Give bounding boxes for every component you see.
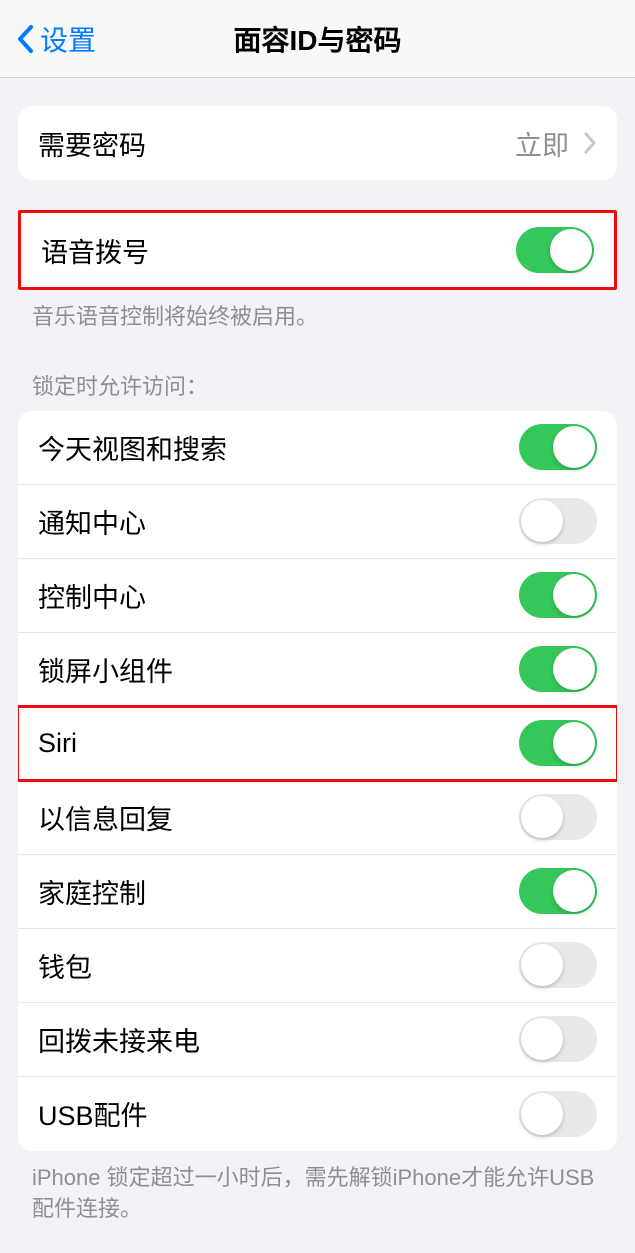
lock-access-label: 控制中心 [38, 576, 146, 615]
toggle-knob [553, 870, 595, 912]
passcode-section: 需要密码 立即 [18, 106, 617, 180]
page-title: 面容ID与密码 [233, 19, 401, 59]
nav-header: 设置 面容ID与密码 [0, 0, 635, 78]
lock-access-label: 以信息回复 [38, 798, 173, 837]
lock-access-toggle[interactable] [519, 942, 597, 988]
content-scroll[interactable]: 需要密码 立即 语音拨号 音乐语音控制将始终被启用。 锁定时允许访问： 今天视图… [0, 106, 635, 1224]
lock-access-section: 今天视图和搜索通知中心控制中心锁屏小组件 Siri 以信息回复家庭控制钱包回拨未接来… [18, 411, 617, 1151]
back-button[interactable]: 设置 [16, 19, 96, 59]
lock-access-row: USB配件 [18, 1077, 617, 1151]
toggle-knob [550, 229, 592, 271]
lock-access-toggle[interactable] [519, 498, 597, 544]
lock-access-toggle[interactable] [519, 1091, 597, 1137]
lock-access-toggle[interactable] [519, 720, 597, 766]
lock-access-label: 今天视图和搜索 [38, 428, 227, 467]
lock-access-label: 回拨未接来电 [38, 1020, 200, 1059]
lock-access-label: 家庭控制 [38, 872, 146, 911]
chevron-right-icon [583, 132, 597, 154]
lock-access-toggle[interactable] [519, 646, 597, 692]
voice-dial-footer: 音乐语音控制将始终被启用。 [0, 290, 635, 333]
lock-access-toggle[interactable] [519, 868, 597, 914]
lock-access-label: 通知中心 [38, 502, 146, 541]
lock-access-toggle[interactable] [519, 794, 597, 840]
lock-access-row: 钱包 [18, 929, 617, 1003]
lock-access-label: Siri [38, 728, 77, 759]
require-passcode-label: 需要密码 [38, 124, 146, 163]
lock-access-header: 锁定时允许访问： [0, 369, 635, 411]
lock-access-toggle[interactable] [519, 572, 597, 618]
back-label: 设置 [40, 19, 96, 59]
lock-access-label: 钱包 [38, 946, 92, 985]
toggle-knob [521, 500, 563, 542]
lock-access-row: 锁屏小组件 [18, 633, 617, 707]
toggle-knob [521, 1018, 563, 1060]
lock-access-row: 今天视图和搜索 [18, 411, 617, 485]
lock-access-toggle[interactable] [519, 424, 597, 470]
voice-dial-section: 语音拨号 [18, 210, 617, 290]
toggle-knob [553, 722, 595, 764]
toggle-knob [521, 944, 563, 986]
lock-access-row: 回拨未接来电 [18, 1003, 617, 1077]
lock-access-footer: iPhone 锁定超过一小时后，需先解锁iPhone才能允许USB 配件连接。 [0, 1151, 635, 1225]
lock-access-row: 家庭控制 [18, 855, 617, 929]
voice-dial-label: 语音拨号 [41, 231, 149, 270]
lock-access-label: 锁屏小组件 [38, 650, 173, 689]
toggle-knob [553, 426, 595, 468]
lock-access-row: 控制中心 [18, 559, 617, 633]
require-passcode-row[interactable]: 需要密码 立即 [18, 106, 617, 180]
lock-access-row: Siri [18, 707, 617, 781]
toggle-knob [521, 1093, 563, 1135]
lock-access-label: USB配件 [38, 1094, 148, 1133]
voice-dial-row: 语音拨号 [21, 213, 614, 287]
require-passcode-value: 立即 [515, 124, 597, 163]
toggle-knob [553, 574, 595, 616]
toggle-knob [521, 796, 563, 838]
voice-dial-toggle[interactable] [516, 227, 594, 273]
lock-access-toggle[interactable] [519, 1016, 597, 1062]
lock-access-row: 以信息回复 [18, 781, 617, 855]
toggle-knob [553, 648, 595, 690]
lock-access-row: 通知中心 [18, 485, 617, 559]
chevron-left-icon [16, 24, 34, 54]
